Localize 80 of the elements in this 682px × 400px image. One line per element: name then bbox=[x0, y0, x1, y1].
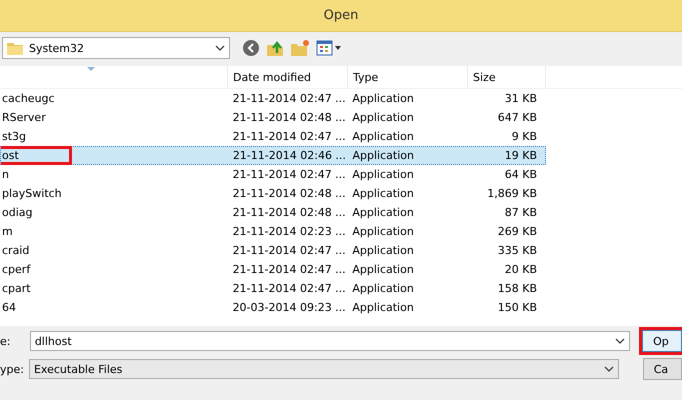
date-cell-text: 21-11-2014 02:47 ... bbox=[232, 244, 347, 257]
column-header[interactable]: Size bbox=[468, 66, 546, 88]
file-name: playSwitch bbox=[2, 187, 62, 200]
file-name-field[interactable]: dllhost bbox=[30, 331, 630, 351]
file-row[interactable]: ost 21-11-2014 02:46 ... Application 19 KB bbox=[0, 146, 546, 165]
date-cell-text: 21-11-2014 02:47 ... bbox=[232, 168, 347, 181]
type-cell-text: Application bbox=[351, 92, 415, 105]
size-cell-text: 158 KB bbox=[496, 282, 538, 295]
size-cell-text: 87 KB bbox=[504, 206, 538, 219]
date-cell-text: 21-11-2014 02:48 ... bbox=[232, 206, 347, 219]
file-name: 64 bbox=[2, 301, 16, 314]
file-row[interactable]: cperf 21-11-2014 02:47 ... Application 20 KB bbox=[0, 260, 546, 279]
date-cell-text: 21-11-2014 02:48 ... bbox=[232, 111, 347, 124]
size-cell-text: 269 KB bbox=[496, 225, 538, 238]
file-name: craid bbox=[2, 244, 30, 257]
folder-up-icon[interactable] bbox=[266, 39, 284, 57]
type-cell-text: Application bbox=[351, 187, 415, 200]
date-cell-text: 21-11-2014 02:47 ... bbox=[232, 282, 347, 295]
type-cell-text: Application bbox=[351, 225, 415, 238]
back-icon[interactable] bbox=[242, 39, 260, 57]
file-name: ost bbox=[2, 149, 19, 162]
type-cell-text: Application bbox=[351, 168, 415, 181]
date-cell-text: 21-11-2014 02:48 ... bbox=[232, 187, 347, 200]
file-row[interactable]: st3g 21-11-2014 02:47 ... Application 9 KB bbox=[0, 127, 546, 146]
date-cell-text: 21-11-2014 02:47 ... bbox=[232, 92, 347, 105]
type-cell-text: Application bbox=[351, 244, 415, 257]
file-name: cperf bbox=[2, 263, 30, 276]
cancel-button[interactable]: Ca bbox=[642, 358, 682, 380]
size-cell-text: 64 KB bbox=[504, 168, 538, 181]
file-name: m bbox=[2, 225, 13, 238]
chevron-icon bbox=[215, 45, 225, 51]
file-row[interactable]: cacheugc 21-11-2014 02:47 ... Application 31 KB bbox=[0, 89, 546, 108]
file-row[interactable]: playSwitch 21-11-2014 02:48 ... Application 1,869 KB bbox=[0, 184, 546, 203]
size-cell-text: 19 KB bbox=[504, 149, 538, 162]
type-cell-text: Application bbox=[351, 111, 415, 124]
file-name-label: e: bbox=[0, 334, 12, 348]
type-cell-text: Application bbox=[351, 206, 415, 219]
file-type-dropdown[interactable]: Executable Files bbox=[28, 359, 619, 379]
size-cell-text: 9 KB bbox=[510, 130, 538, 143]
type-cell-text: Application bbox=[351, 263, 415, 276]
sort-arrow-icon bbox=[87, 67, 95, 71]
open-button[interactable]: Op bbox=[642, 330, 682, 352]
file-row[interactable]: n 21-11-2014 02:47 ... Application 64 KB bbox=[0, 165, 546, 184]
type-cell-text: Application bbox=[351, 301, 415, 314]
file-type-label: ype: bbox=[0, 362, 25, 376]
date-cell-text: 21-11-2014 02:46 ... bbox=[232, 149, 347, 162]
type-cell-text: Application bbox=[351, 282, 415, 295]
file-row[interactable]: RServer 21-11-2014 02:48 ... Application 647 KB bbox=[0, 108, 546, 127]
type-cell-text: Application bbox=[352, 149, 415, 162]
type-cell-text: Application bbox=[351, 130, 415, 143]
size-cell-text: 31 KB bbox=[504, 92, 538, 105]
file-row[interactable]: odiag 21-11-2014 02:48 ... Application 87 KB bbox=[0, 203, 546, 222]
date-cell-text: 21-11-2014 02:47 ... bbox=[232, 130, 347, 143]
location-dropdown[interactable]: System32 bbox=[2, 37, 230, 59]
date-cell-text: 21-11-2014 02:23 ... bbox=[232, 225, 347, 238]
column-header[interactable]: Type bbox=[348, 66, 468, 88]
date-cell-text: 20-03-2014 09:23 ... bbox=[232, 301, 347, 314]
chevron-icon bbox=[604, 366, 614, 372]
file-name: cpart bbox=[2, 282, 31, 295]
file-name: st3g bbox=[2, 130, 26, 143]
window-title: Open bbox=[324, 8, 358, 23]
file-row[interactable]: 64 20-03-2014 09:23 ... Application 150 KB bbox=[0, 298, 546, 317]
file-row[interactable]: m 21-11-2014 02:23 ... Application 269 KB bbox=[0, 222, 546, 241]
file-row[interactable]: craid 21-11-2014 02:47 ... Application 335 KB bbox=[0, 241, 546, 260]
file-name: odiag bbox=[2, 206, 32, 219]
view-menu-icon[interactable] bbox=[316, 40, 342, 56]
folder-icon bbox=[7, 41, 23, 55]
size-cell-text: 335 KB bbox=[496, 244, 538, 257]
size-cell-text: 647 KB bbox=[496, 111, 538, 124]
size-cell-text: 150 KB bbox=[496, 301, 538, 314]
column-header[interactable]: Date modified bbox=[228, 66, 348, 88]
file-name: RServer bbox=[2, 111, 46, 124]
file-row[interactable]: cpart 21-11-2014 02:47 ... Application 158 KB bbox=[0, 279, 546, 298]
new-folder-icon[interactable] bbox=[290, 39, 310, 57]
file-name: cacheugc bbox=[2, 92, 55, 105]
chevron-icon bbox=[615, 338, 626, 344]
size-cell-text: 20 KB bbox=[504, 263, 538, 276]
size-cell-text: 1,869 KB bbox=[486, 187, 538, 200]
file-name: n bbox=[2, 168, 9, 181]
date-cell-text: 21-11-2014 02:47 ... bbox=[232, 263, 347, 276]
